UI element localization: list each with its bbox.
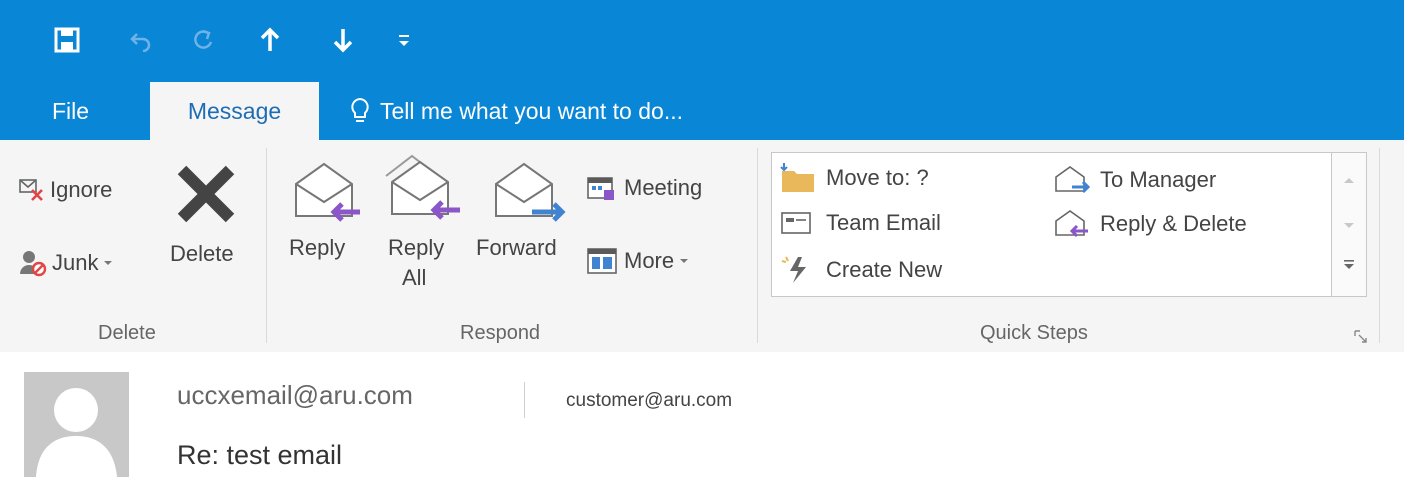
reply-label: Reply — [289, 235, 346, 260]
recipient-address: customer@aru.com — [566, 390, 733, 411]
quick-step-label: Reply & Delete — [1100, 211, 1247, 236]
delete-x-icon — [172, 162, 240, 231]
up-arrow-icon[interactable] — [252, 22, 288, 58]
move-folder-icon — [780, 163, 814, 192]
group-separator — [266, 148, 267, 343]
reply-delete-icon — [1055, 210, 1088, 238]
message-header: uccxemail@aru.com customer@aru.com Re: t… — [0, 352, 1404, 501]
ignore-icon — [18, 176, 46, 204]
quick-step-team-email[interactable]: Team Email — [780, 209, 941, 237]
more-dropdown-icon — [679, 257, 689, 265]
junk-button[interactable]: Junk — [18, 248, 113, 278]
down-arrow-icon[interactable] — [325, 22, 361, 58]
scroll-down-icon[interactable] — [1343, 217, 1355, 235]
junk-label: Junk — [52, 250, 99, 275]
reply-all-button[interactable]: Reply All — [380, 150, 464, 310]
tell-me-box[interactable]: Tell me what you want to do... — [350, 82, 683, 140]
reply-all-label-line1: Reply — [388, 235, 445, 260]
lightbulb-icon — [350, 97, 370, 125]
quick-steps-gallery: Move to: ? Team Email Create New To Mana… — [771, 152, 1333, 297]
quick-access-toolbar — [0, 0, 1404, 82]
more-button[interactable]: More — [586, 246, 689, 276]
delete-button[interactable]: Delete — [166, 162, 250, 282]
quick-step-move-to[interactable]: Move to: ? — [780, 163, 929, 193]
junk-dropdown-icon — [103, 259, 113, 267]
group-separator — [757, 148, 758, 343]
quick-step-label: Create New — [826, 257, 943, 282]
quick-step-reply-delete[interactable]: Reply & Delete — [1054, 209, 1247, 239]
undo-icon[interactable] — [123, 22, 159, 58]
tab-file[interactable]: File — [52, 82, 89, 140]
ribbon: Ignore Junk Delete Delete Reply Reply Al… — [0, 140, 1404, 353]
quick-step-label: Team Email — [826, 210, 941, 235]
more-icon — [586, 246, 618, 276]
customize-qat-icon[interactable] — [386, 22, 422, 58]
reply-all-icon — [382, 150, 462, 231]
sender-address: uccxemail@aru.com — [177, 380, 413, 410]
redo-icon[interactable] — [185, 22, 221, 58]
ignore-button[interactable]: Ignore — [18, 176, 112, 204]
person-icon — [36, 388, 117, 477]
tab-message[interactable]: Message — [150, 82, 319, 140]
tell-me-text: Tell me what you want to do... — [380, 97, 683, 124]
header-separator — [524, 382, 525, 418]
delete-label: Delete — [170, 241, 234, 266]
forward-button[interactable]: Forward — [474, 156, 578, 306]
to-manager-icon — [1055, 166, 1090, 194]
forward-label: Forward — [476, 235, 557, 260]
group-label-quick-steps: Quick Steps — [980, 322, 1088, 344]
quick-step-create-new[interactable]: Create New — [780, 255, 942, 285]
reply-icon — [290, 158, 362, 233]
junk-icon — [18, 248, 48, 278]
quick-step-label: To Manager — [1100, 167, 1217, 192]
more-label: More — [624, 248, 675, 273]
dialog-launcher-icon[interactable] — [1354, 330, 1368, 349]
meeting-icon — [586, 174, 616, 202]
avatar — [24, 372, 129, 477]
lightning-icon — [781, 256, 806, 283]
group-separator — [1379, 148, 1380, 343]
meeting-button[interactable]: Meeting — [586, 174, 702, 202]
quick-steps-scrollbar[interactable] — [1331, 152, 1367, 297]
team-email-icon — [781, 212, 811, 234]
message-subject: Re: test email — [177, 440, 343, 470]
gallery-more-icon[interactable] — [1342, 257, 1356, 276]
forward-icon — [492, 158, 570, 233]
meeting-label: Meeting — [624, 175, 703, 200]
reply-all-label-line2: All — [402, 265, 427, 290]
reply-button[interactable]: Reply — [286, 156, 366, 306]
group-label-delete: Delete — [98, 322, 156, 344]
group-label-respond: Respond — [460, 322, 541, 344]
quick-step-label: Move to: ? — [826, 165, 929, 190]
save-icon[interactable] — [49, 22, 85, 58]
ignore-label: Ignore — [50, 177, 113, 202]
scroll-up-icon[interactable] — [1343, 171, 1355, 189]
quick-step-to-manager[interactable]: To Manager — [1054, 165, 1216, 195]
ribbon-tabs: File Message Tell me what you want to do… — [0, 82, 1404, 140]
